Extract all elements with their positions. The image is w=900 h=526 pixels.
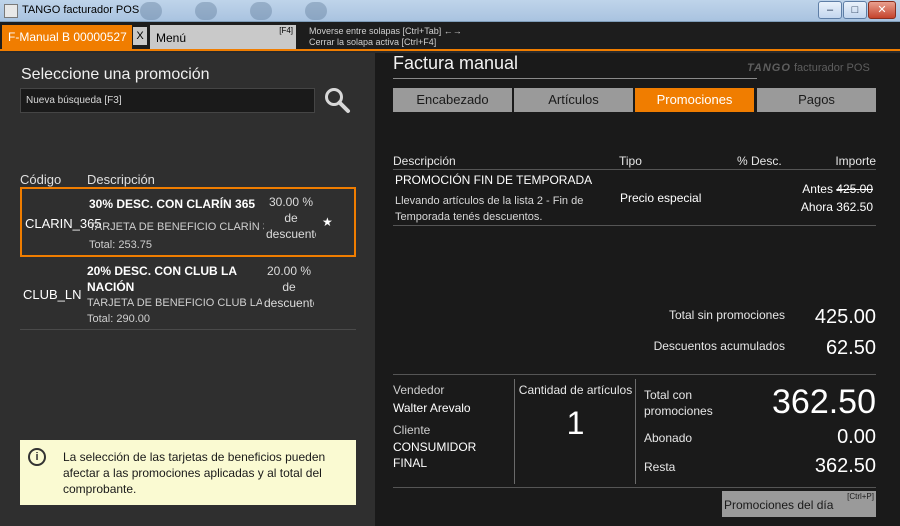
promotion-row-club-ln[interactable]: CLUB_LN 20% DESC. CON CLUB LA NACIÓN TAR… — [20, 260, 356, 330]
promotion-percent: 20.00 % de descuento — [264, 264, 314, 310]
accumulated-discounts-value: 62.50 — [825, 337, 876, 359]
hint-close-tab: Cerrar la solapa activa [Ctrl+F4] — [309, 37, 437, 47]
tab-menu-shortcut: [F4] — [279, 26, 293, 35]
search-icon[interactable] — [323, 86, 351, 114]
column-header-description: Descripción — [87, 172, 155, 187]
column-header-amount: Importe — [835, 154, 876, 168]
promotion-total: Total: 253.75 — [89, 239, 152, 251]
tab-menu-label: Menú — [156, 31, 187, 45]
applied-promotion-before: Antes 425.00 — [802, 182, 873, 196]
promotion-selector-panel: Seleccione una promoción Nueva búsqueda … — [0, 53, 375, 526]
column-header-type: Tipo — [619, 154, 642, 168]
promotion-row-clarin[interactable]: CLARIN_365 30% DESC. CON CLARÍN 365 TARJ… — [20, 187, 356, 257]
info-notice: i La selección de las tarjetas de benefi… — [20, 440, 356, 505]
promotion-total: Total: 290.00 — [87, 313, 150, 325]
tab-menu[interactable]: Menú [F4] — [150, 25, 296, 49]
item-count-value: 1 — [566, 405, 585, 441]
section-divider — [514, 379, 515, 484]
search-input[interactable]: Nueva búsqueda [F3] — [20, 88, 315, 113]
info-notice-text: La selección de las tarjetas de benefici… — [63, 450, 326, 496]
client-label: Cliente — [393, 423, 431, 437]
tab-invoice[interactable]: F-Manual B 00000527 — [2, 25, 132, 49]
tab-promociones[interactable]: Promociones — [635, 88, 754, 112]
promotion-card: TARJETA DE BENEFICIO CLARÍN 365 — [89, 221, 264, 233]
maximize-button[interactable]: □ — [843, 1, 867, 19]
section-divider — [635, 379, 636, 484]
total-without-promotions-label: Total sin promociones — [668, 308, 785, 322]
promotion-card: TARJETA DE BENEFICIO CLUB LA NACIÓN — [87, 297, 262, 309]
footer-divider — [393, 487, 876, 488]
summary-divider — [393, 374, 876, 375]
window-titlebar: TANGO facturador POS – □ ✕ — [0, 0, 900, 22]
total-without-promotions-value: 425.00 — [814, 306, 876, 328]
search-input-text: Nueva búsqueda [F3] — [26, 95, 122, 106]
document-tabstrip: F-Manual B 00000527 X Menú [F4] Moverse … — [0, 22, 900, 51]
invoice-panel: Factura manual TANGO facturador POS Enca… — [375, 53, 900, 526]
promotion-code: CLUB_LN — [23, 287, 82, 302]
tab-close-button[interactable]: X — [133, 27, 147, 45]
remaining-label: Resta — [644, 460, 676, 474]
applied-promotion-name: PROMOCIÓN FIN DE TEMPORADA — [395, 173, 593, 187]
tab-encabezado[interactable]: Encabezado — [393, 88, 512, 112]
minimize-button[interactable]: – — [818, 1, 842, 19]
seller-value: Walter Arevalo — [393, 401, 471, 415]
column-header-code: Código — [20, 172, 62, 187]
star-icon: ★ — [322, 215, 333, 229]
total-with-promotions-value: 362.50 — [772, 383, 876, 421]
tab-articulos[interactable]: Artículos — [514, 88, 633, 112]
applied-promotion-after: Ahora 362.50 — [800, 200, 873, 214]
client-value: CONSUMIDOR FINAL — [393, 440, 477, 470]
paid-label: Abonado — [644, 431, 693, 445]
table-row-divider — [393, 225, 876, 226]
promotions-of-the-day-button[interactable]: Promociones del día [Ctrl+P] — [722, 491, 876, 517]
page-title: Factura manual — [393, 53, 519, 73]
promotions-of-the-day-label: Promociones del día — [724, 498, 834, 512]
paid-value: 0.00 — [837, 426, 876, 448]
hint-switch-tabs: Moverse entre solapas [Ctrl+Tab] ←→ — [309, 26, 462, 36]
column-header-discount: % Desc. — [737, 154, 782, 168]
list-row-divider — [20, 329, 356, 330]
titlebar-decoration — [100, 0, 380, 22]
promotion-name: 20% DESC. CON CLUB LA NACIÓN — [87, 264, 237, 294]
close-window-button[interactable]: ✕ — [868, 1, 896, 19]
promotions-of-the-day-shortcut: [Ctrl+P] — [847, 492, 874, 501]
tab-shortcut-hints: Moverse entre solapas [Ctrl+Tab] ←→ Cerr… — [309, 26, 462, 48]
item-count-label: Cantidad de artículos — [518, 383, 633, 397]
title-underline — [393, 78, 757, 79]
applied-promotion-type: Precio especial — [620, 191, 702, 205]
info-icon: i — [28, 448, 46, 466]
seller-label: Vendedor — [393, 383, 445, 397]
total-with-promotions-label: Total con promociones — [644, 388, 713, 418]
column-header-description: Descripción — [393, 154, 456, 168]
tab-pagos[interactable]: Pagos — [757, 88, 876, 112]
table-header-divider — [393, 169, 876, 170]
applied-promotion-description: Llevando artículos de la lista 2 - Fin d… — [395, 195, 584, 223]
tab-invoice-label: F-Manual B 00000527 — [8, 30, 127, 44]
remaining-value: 362.50 — [814, 455, 876, 477]
promotion-selector-heading: Seleccione una promoción — [21, 66, 210, 83]
app-icon — [4, 4, 18, 18]
promotion-percent: 30.00 % de descuento — [266, 195, 316, 241]
brand-logo: TANGO facturador POS — [747, 62, 870, 74]
promotion-name: 30% DESC. CON CLARÍN 365 — [89, 197, 256, 211]
accumulated-discounts-label: Descuentos acumulados — [653, 339, 785, 353]
